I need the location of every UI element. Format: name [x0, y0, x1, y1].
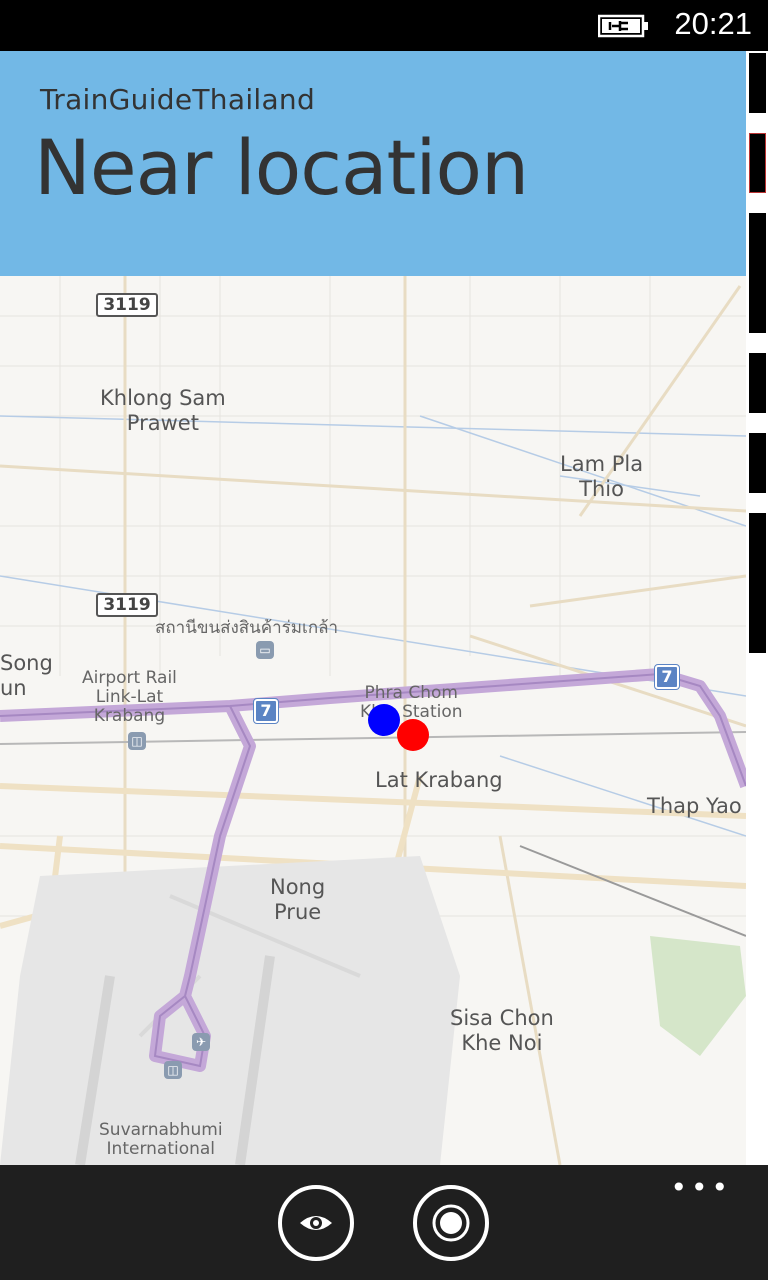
map-label-thap-yao: Thap Yao [647, 794, 742, 818]
map-view[interactable]: 3119 3119 7 7 ▭ ◫ ✈ ◫ Khlong Sam Prawet … [0, 276, 746, 1165]
debug-counter-strip [746, 51, 768, 1165]
app-title: TrainGuideThailand [40, 83, 316, 116]
debug-counter [749, 433, 766, 493]
target-icon [432, 1204, 470, 1242]
route-shield-7: 7 [253, 698, 279, 724]
map-label-thai-cargo: สถานีขนส่งสินค้าร่มเกล้า [155, 618, 339, 638]
debug-counter [749, 133, 766, 193]
page-title: Near location [34, 123, 529, 212]
map-label-lam-pla-thio: Lam Pla Thio [560, 452, 644, 501]
map-label-airport-rail-link: Airport Rail Link-Lat Krabang [82, 668, 177, 726]
current-location-marker[interactable] [368, 704, 400, 736]
road-shield-3119: 3119 [96, 593, 158, 617]
train-station-icon: ◫ [164, 1061, 182, 1079]
map-label-song-un: Song un [0, 651, 53, 700]
battery-charging-icon [598, 14, 648, 38]
debug-counter [749, 513, 766, 653]
map-label-lat-krabang: Lat Krabang [375, 768, 503, 792]
debug-counter [749, 213, 766, 333]
map-label-suvarnabhumi: Suvarnabhumi International [99, 1120, 223, 1159]
debug-counter [749, 53, 766, 113]
bus-station-icon: ▭ [256, 641, 274, 659]
app-bar: ••• [0, 1165, 768, 1280]
header: TrainGuideThailand Near location [0, 51, 746, 276]
map-label-sisa-chon-khe-noi: Sisa Chon Khe Noi [450, 1006, 554, 1055]
status-bar: 20:21 [0, 0, 768, 51]
view-button[interactable] [278, 1185, 354, 1261]
locate-button[interactable] [413, 1185, 489, 1261]
road-shield-3119: 3119 [96, 293, 158, 317]
route-shield-7: 7 [654, 664, 680, 690]
airplane-icon: ✈ [192, 1033, 210, 1051]
status-time: 20:21 [674, 6, 752, 41]
more-options-button[interactable]: ••• [670, 1174, 732, 1202]
nearest-station-marker[interactable] [397, 719, 429, 751]
map-label-khlong-sam-prawet: Khlong Sam Prawet [100, 386, 226, 435]
map-label-nong-prue: Nong Prue [270, 875, 326, 924]
eye-icon [300, 1216, 332, 1230]
train-station-icon: ◫ [128, 732, 146, 750]
debug-counter [749, 353, 766, 413]
